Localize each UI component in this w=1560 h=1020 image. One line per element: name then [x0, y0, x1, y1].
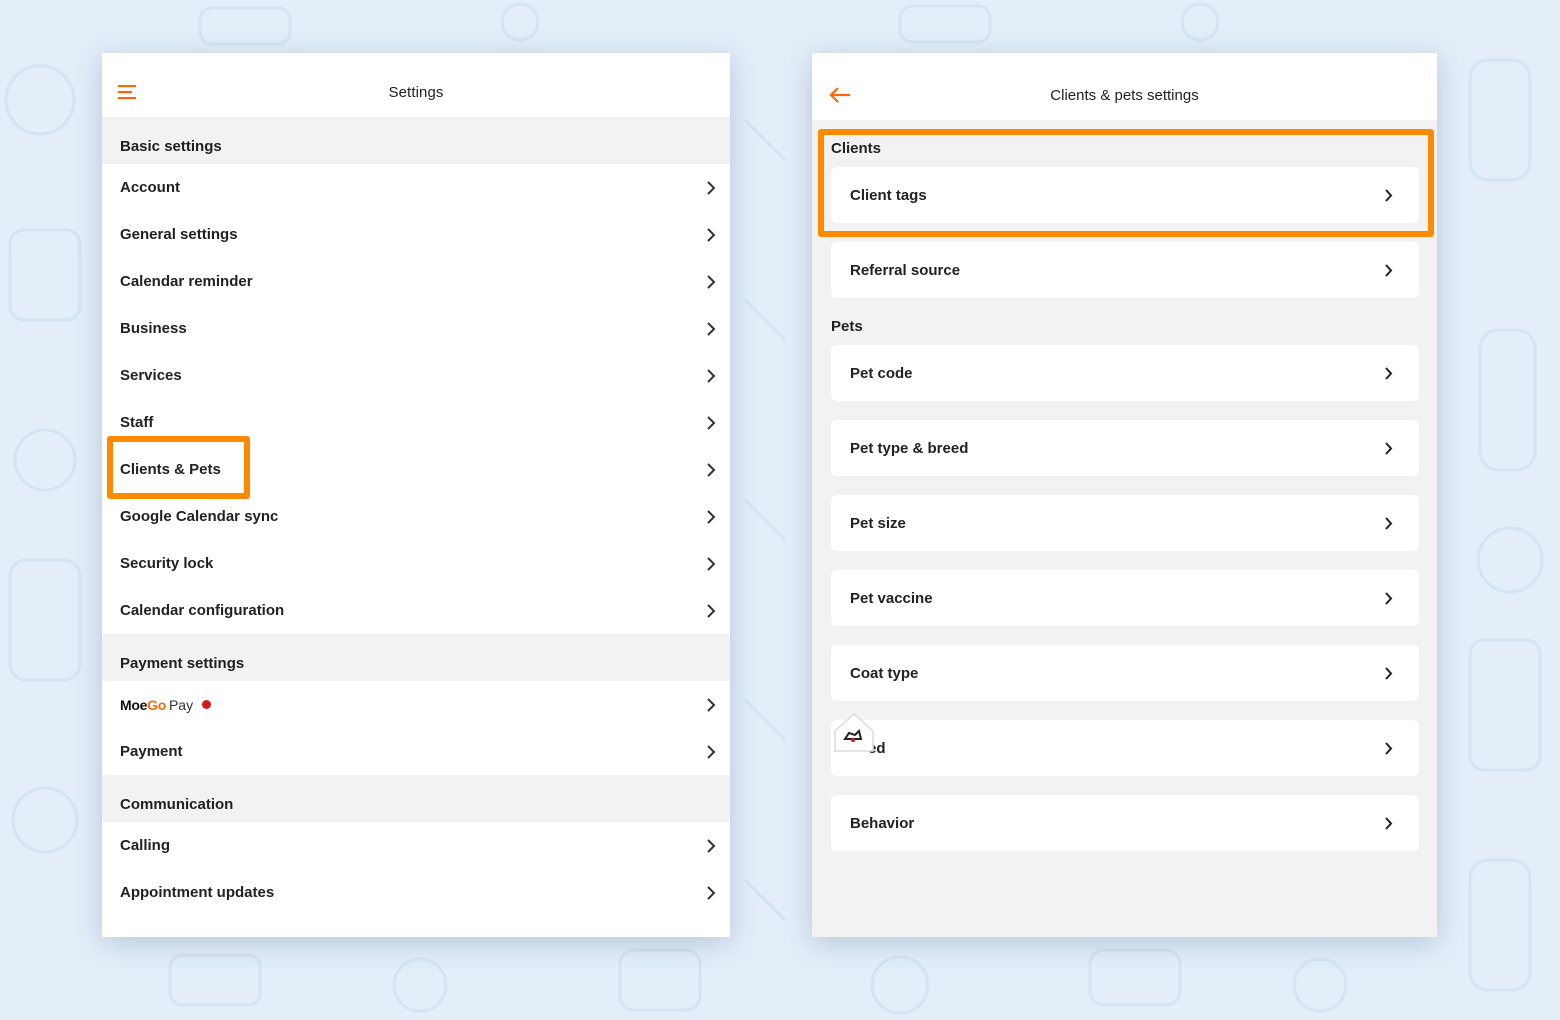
- settings-item-calendar-reminder[interactable]: Calendar reminder: [102, 258, 730, 305]
- settings-item-payment[interactable]: Payment: [102, 728, 730, 775]
- section-payment-settings: Payment settings: [102, 634, 730, 681]
- settings-item-google-calendar-sync[interactable]: Google Calendar sync: [102, 493, 730, 540]
- chevron-right-icon: [707, 603, 716, 618]
- chevron-right-icon: [1385, 591, 1393, 605]
- highlight-box-clients-pets: [107, 436, 250, 499]
- settings-item-services[interactable]: Services: [102, 352, 730, 399]
- dog-house-icon: [834, 712, 874, 752]
- chevron-right-icon: [707, 697, 716, 712]
- highlight-box-clients: [818, 129, 1434, 237]
- settings-item-account[interactable]: Account: [102, 164, 730, 211]
- settings-top-bar: Settings: [102, 53, 730, 117]
- coat-type-item[interactable]: Coat type: [831, 645, 1419, 701]
- pet-size-item[interactable]: Pet size: [831, 495, 1419, 551]
- settings-item-security-lock[interactable]: Security lock: [102, 540, 730, 587]
- clients-pets-top-bar: Clients & pets settings: [812, 53, 1437, 120]
- chevron-right-icon: [1385, 666, 1393, 680]
- group-label-pets: Pets: [831, 318, 863, 335]
- chevron-right-icon: [707, 180, 716, 195]
- chevron-right-icon: [707, 321, 716, 336]
- partially-hidden-item[interactable]: ed: [831, 720, 1419, 776]
- referral-source-item[interactable]: Referral source: [831, 242, 1419, 298]
- chevron-right-icon: [707, 274, 716, 289]
- settings-item-moego-pay[interactable]: Moe Go Pay: [102, 681, 730, 728]
- chevron-right-icon: [1385, 263, 1393, 277]
- chevron-right-icon: [707, 885, 716, 900]
- chevron-right-icon: [707, 556, 716, 571]
- chevron-right-icon: [707, 509, 716, 524]
- notification-dot: [202, 700, 212, 709]
- chevron-right-icon: [707, 838, 716, 853]
- settings-item-general[interactable]: General settings: [102, 211, 730, 258]
- pet-code-item[interactable]: Pet code: [831, 345, 1419, 401]
- settings-item-appointment-updates[interactable]: Appointment updates: [102, 869, 730, 916]
- chevron-right-icon: [707, 368, 716, 383]
- chevron-right-icon: [1385, 816, 1393, 830]
- chevron-right-icon: [1385, 516, 1393, 530]
- chevron-right-icon: [707, 462, 716, 477]
- back-arrow-icon[interactable]: [828, 86, 852, 104]
- settings-item-calling[interactable]: Calling: [102, 822, 730, 869]
- section-communication: Communication: [102, 775, 730, 822]
- settings-item-business[interactable]: Business: [102, 305, 730, 352]
- chevron-right-icon: [1385, 441, 1393, 455]
- chevron-right-icon: [707, 744, 716, 759]
- chevron-right-icon: [1385, 741, 1393, 755]
- chevron-right-icon: [707, 415, 716, 430]
- pet-vaccine-item[interactable]: Pet vaccine: [831, 570, 1419, 626]
- chevron-right-icon: [707, 227, 716, 242]
- page-title: Settings: [388, 83, 444, 101]
- page-title: Clients & pets settings: [1050, 87, 1199, 104]
- behavior-item[interactable]: Behavior: [831, 795, 1419, 851]
- settings-item-cutoff[interactable]: [102, 916, 730, 937]
- settings-panel: Settings Basic settings Account General …: [102, 53, 730, 937]
- pet-type-breed-item[interactable]: Pet type & breed: [831, 420, 1419, 476]
- section-basic-settings: Basic settings: [102, 117, 730, 164]
- chevron-right-icon: [1385, 366, 1393, 380]
- settings-item-calendar-configuration[interactable]: Calendar configuration: [102, 587, 730, 634]
- hamburger-menu-icon[interactable]: [118, 83, 138, 101]
- clients-pets-settings-panel: Clients & pets settings Clients Client t…: [812, 53, 1437, 937]
- moego-pay-logo: Moe Go Pay: [120, 697, 212, 713]
